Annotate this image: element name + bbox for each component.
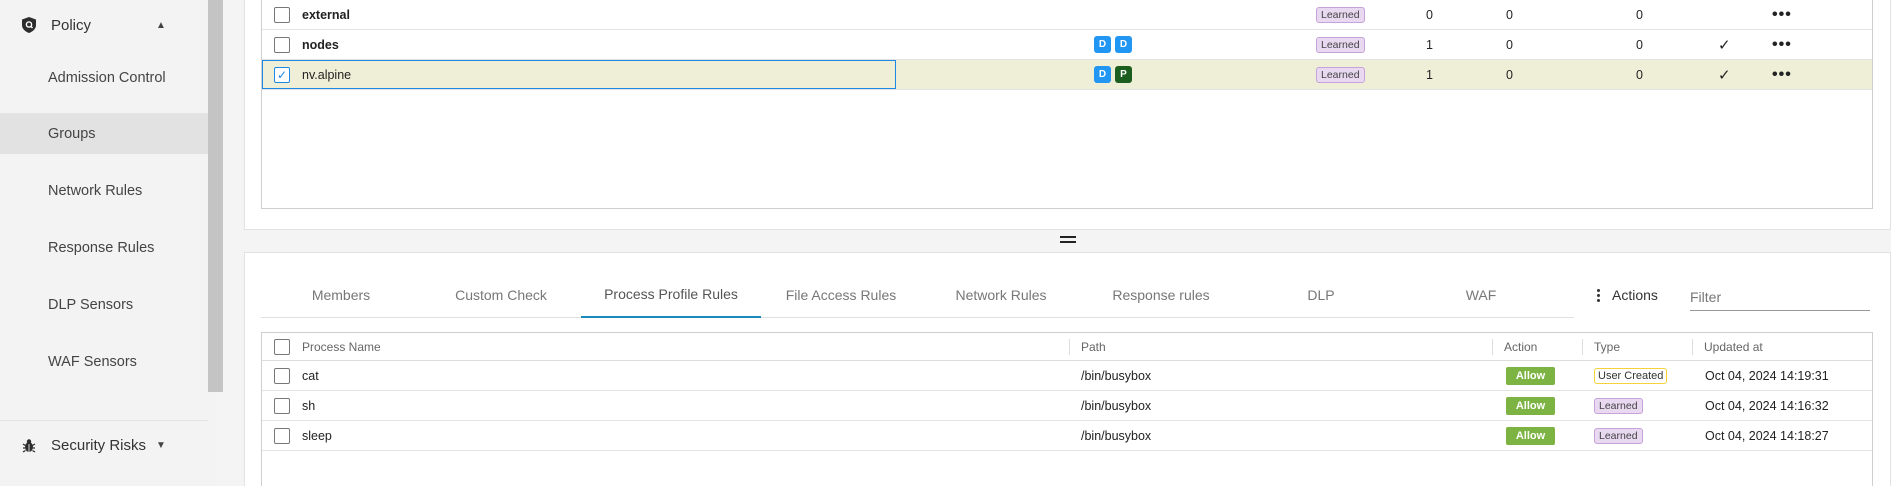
table-row-selected[interactable]: ✓ nv.alpine D P Learned 1 0 0 ✓ ••• (262, 60, 1872, 90)
name-cell-focus (262, 60, 896, 89)
domain-badge: D (1115, 36, 1132, 53)
process-name: cat (302, 368, 319, 383)
bug-icon (22, 438, 36, 453)
tab-file-access-rules[interactable]: File Access Rules (761, 272, 921, 318)
sidebar-item-response-rules[interactable]: Response Rules (0, 227, 208, 268)
policy-mode-badge: Learned (1316, 66, 1365, 83)
group-name: nv.alpine (302, 67, 352, 82)
process-path: /bin/busybox (1081, 368, 1152, 383)
count-cell: 1 (1426, 37, 1433, 52)
action-badge: Allow (1506, 426, 1555, 445)
count-cell: 0 (1506, 7, 1513, 22)
more-icon[interactable]: ••• (1772, 30, 1792, 59)
count-cell: 0 (1506, 37, 1513, 52)
sidebar: Policy ▲ Admission Control Groups Networ… (0, 0, 208, 486)
row-checkbox[interactable] (274, 427, 290, 444)
filter-input[interactable] (1690, 283, 1870, 311)
count-cell: 0 (1636, 37, 1643, 52)
sidebar-scrollbar-thumb[interactable] (208, 0, 223, 392)
actions-button[interactable]: Actions (1596, 283, 1658, 307)
row-checkbox-checked[interactable]: ✓ (274, 66, 290, 83)
action-badge: Allow (1506, 396, 1555, 415)
count-cell: 1 (1426, 67, 1433, 82)
tab-network-rules[interactable]: Network Rules (921, 272, 1081, 318)
column-header[interactable]: Process Name (302, 333, 381, 360)
sidebar-item-waf-sensors[interactable]: WAF Sensors (0, 341, 208, 382)
group-name: external (302, 7, 350, 22)
count-cell: 0 (1506, 67, 1513, 82)
process-name: sleep (302, 428, 332, 443)
nav-policy[interactable]: Policy ▲ (0, 0, 208, 50)
type-badge: User Created (1594, 367, 1668, 384)
updated-at: Oct 04, 2024 14:19:31 (1705, 368, 1829, 383)
chevron-up-icon: ▲ (156, 19, 166, 31)
process-path: /bin/busybox (1081, 428, 1152, 443)
process-path: /bin/busybox (1081, 398, 1152, 413)
tab-custom-check[interactable]: Custom Check (421, 272, 581, 318)
sidebar-item-dlp-sensors[interactable]: DLP Sensors (0, 284, 208, 325)
table-row[interactable]: external Learned 0 0 0 ••• (262, 0, 1872, 30)
row-checkbox[interactable] (274, 397, 290, 414)
table-row[interactable]: sleep /bin/busybox Allow Learned Oct 04,… (262, 421, 1872, 451)
column-header[interactable]: Path (1081, 333, 1106, 360)
details-tabs: Members Custom Check Process Profile Rul… (261, 272, 1574, 318)
action-badge: Allow (1506, 366, 1555, 385)
sidebar-item-label: WAF Sensors (48, 353, 137, 370)
sidebar-item-label: Admission Control (48, 69, 166, 86)
sidebar-item-admission-control[interactable]: Admission Control (0, 57, 208, 98)
select-all-checkbox[interactable] (274, 338, 290, 355)
shield-icon (22, 17, 36, 33)
sidebar-item-network-rules[interactable]: Network Rules (0, 170, 208, 211)
process-rules-table: Process Name Path Action Type Updated at… (261, 332, 1873, 486)
row-checkbox[interactable] (274, 6, 290, 23)
updated-at: Oct 04, 2024 14:18:27 (1705, 428, 1829, 443)
tab-process-profile-rules[interactable]: Process Profile Rules (581, 272, 761, 318)
tab-response-rules[interactable]: Response rules (1081, 272, 1241, 318)
sidebar-item-groups[interactable]: Groups (0, 113, 208, 154)
nav-security-risks-label: Security Risks (51, 437, 147, 454)
column-header[interactable]: Action (1504, 333, 1537, 360)
tab-dlp[interactable]: DLP (1241, 272, 1401, 318)
groups-table: external Learned 0 0 0 ••• nodes D D Lea… (261, 0, 1873, 209)
sidebar-item-label: Network Rules (48, 182, 143, 199)
tab-waf[interactable]: WAF (1401, 272, 1561, 318)
group-name: nodes (302, 37, 339, 52)
count-cell: 0 (1636, 7, 1643, 22)
row-checkbox[interactable] (274, 367, 290, 384)
policy-mode-badge: Learned (1316, 6, 1365, 23)
updated-at: Oct 04, 2024 14:16:32 (1705, 398, 1829, 413)
row-checkbox[interactable] (274, 36, 290, 53)
more-icon[interactable]: ••• (1772, 0, 1792, 29)
policy-mode-badge: Learned (1316, 36, 1365, 53)
column-header[interactable]: Type (1594, 333, 1620, 360)
count-cell: 0 (1636, 67, 1643, 82)
nav-policy-label: Policy (51, 16, 92, 34)
actions-label: Actions (1612, 287, 1658, 303)
sidebar-item-label: Groups (48, 125, 96, 142)
table-row[interactable]: sh /bin/busybox Allow Learned Oct 04, 20… (262, 391, 1872, 421)
sidebar-item-label: Response Rules (48, 239, 155, 256)
table-row[interactable]: nodes D D Learned 1 0 0 ✓ ••• (262, 30, 1872, 60)
chevron-down-icon: ▼ (156, 440, 166, 451)
column-header[interactable]: Updated at (1704, 333, 1763, 360)
domain-badge: P (1115, 66, 1132, 83)
type-badge: Learned (1594, 397, 1643, 414)
more-icon[interactable]: ••• (1772, 60, 1792, 89)
table-header: Process Name Path Action Type Updated at (262, 333, 1872, 361)
check-icon: ✓ (1718, 66, 1731, 84)
table-row[interactable]: cat /bin/busybox Allow User Created Oct … (262, 361, 1872, 391)
domain-badge: D (1094, 36, 1111, 53)
process-name: sh (302, 398, 316, 413)
more-vert-icon (1596, 288, 1600, 303)
sidebar-item-label: DLP Sensors (48, 296, 134, 313)
count-cell: 0 (1426, 7, 1433, 22)
domain-badge: D (1094, 66, 1111, 83)
nav-security-risks[interactable]: Security Risks ▼ (0, 420, 208, 470)
panel-resize-handle[interactable] (1060, 236, 1076, 246)
check-icon: ✓ (1718, 36, 1731, 54)
type-badge: Learned (1594, 427, 1643, 444)
sidebar-scrollbar-track[interactable] (208, 392, 223, 486)
tab-members[interactable]: Members (261, 272, 421, 318)
